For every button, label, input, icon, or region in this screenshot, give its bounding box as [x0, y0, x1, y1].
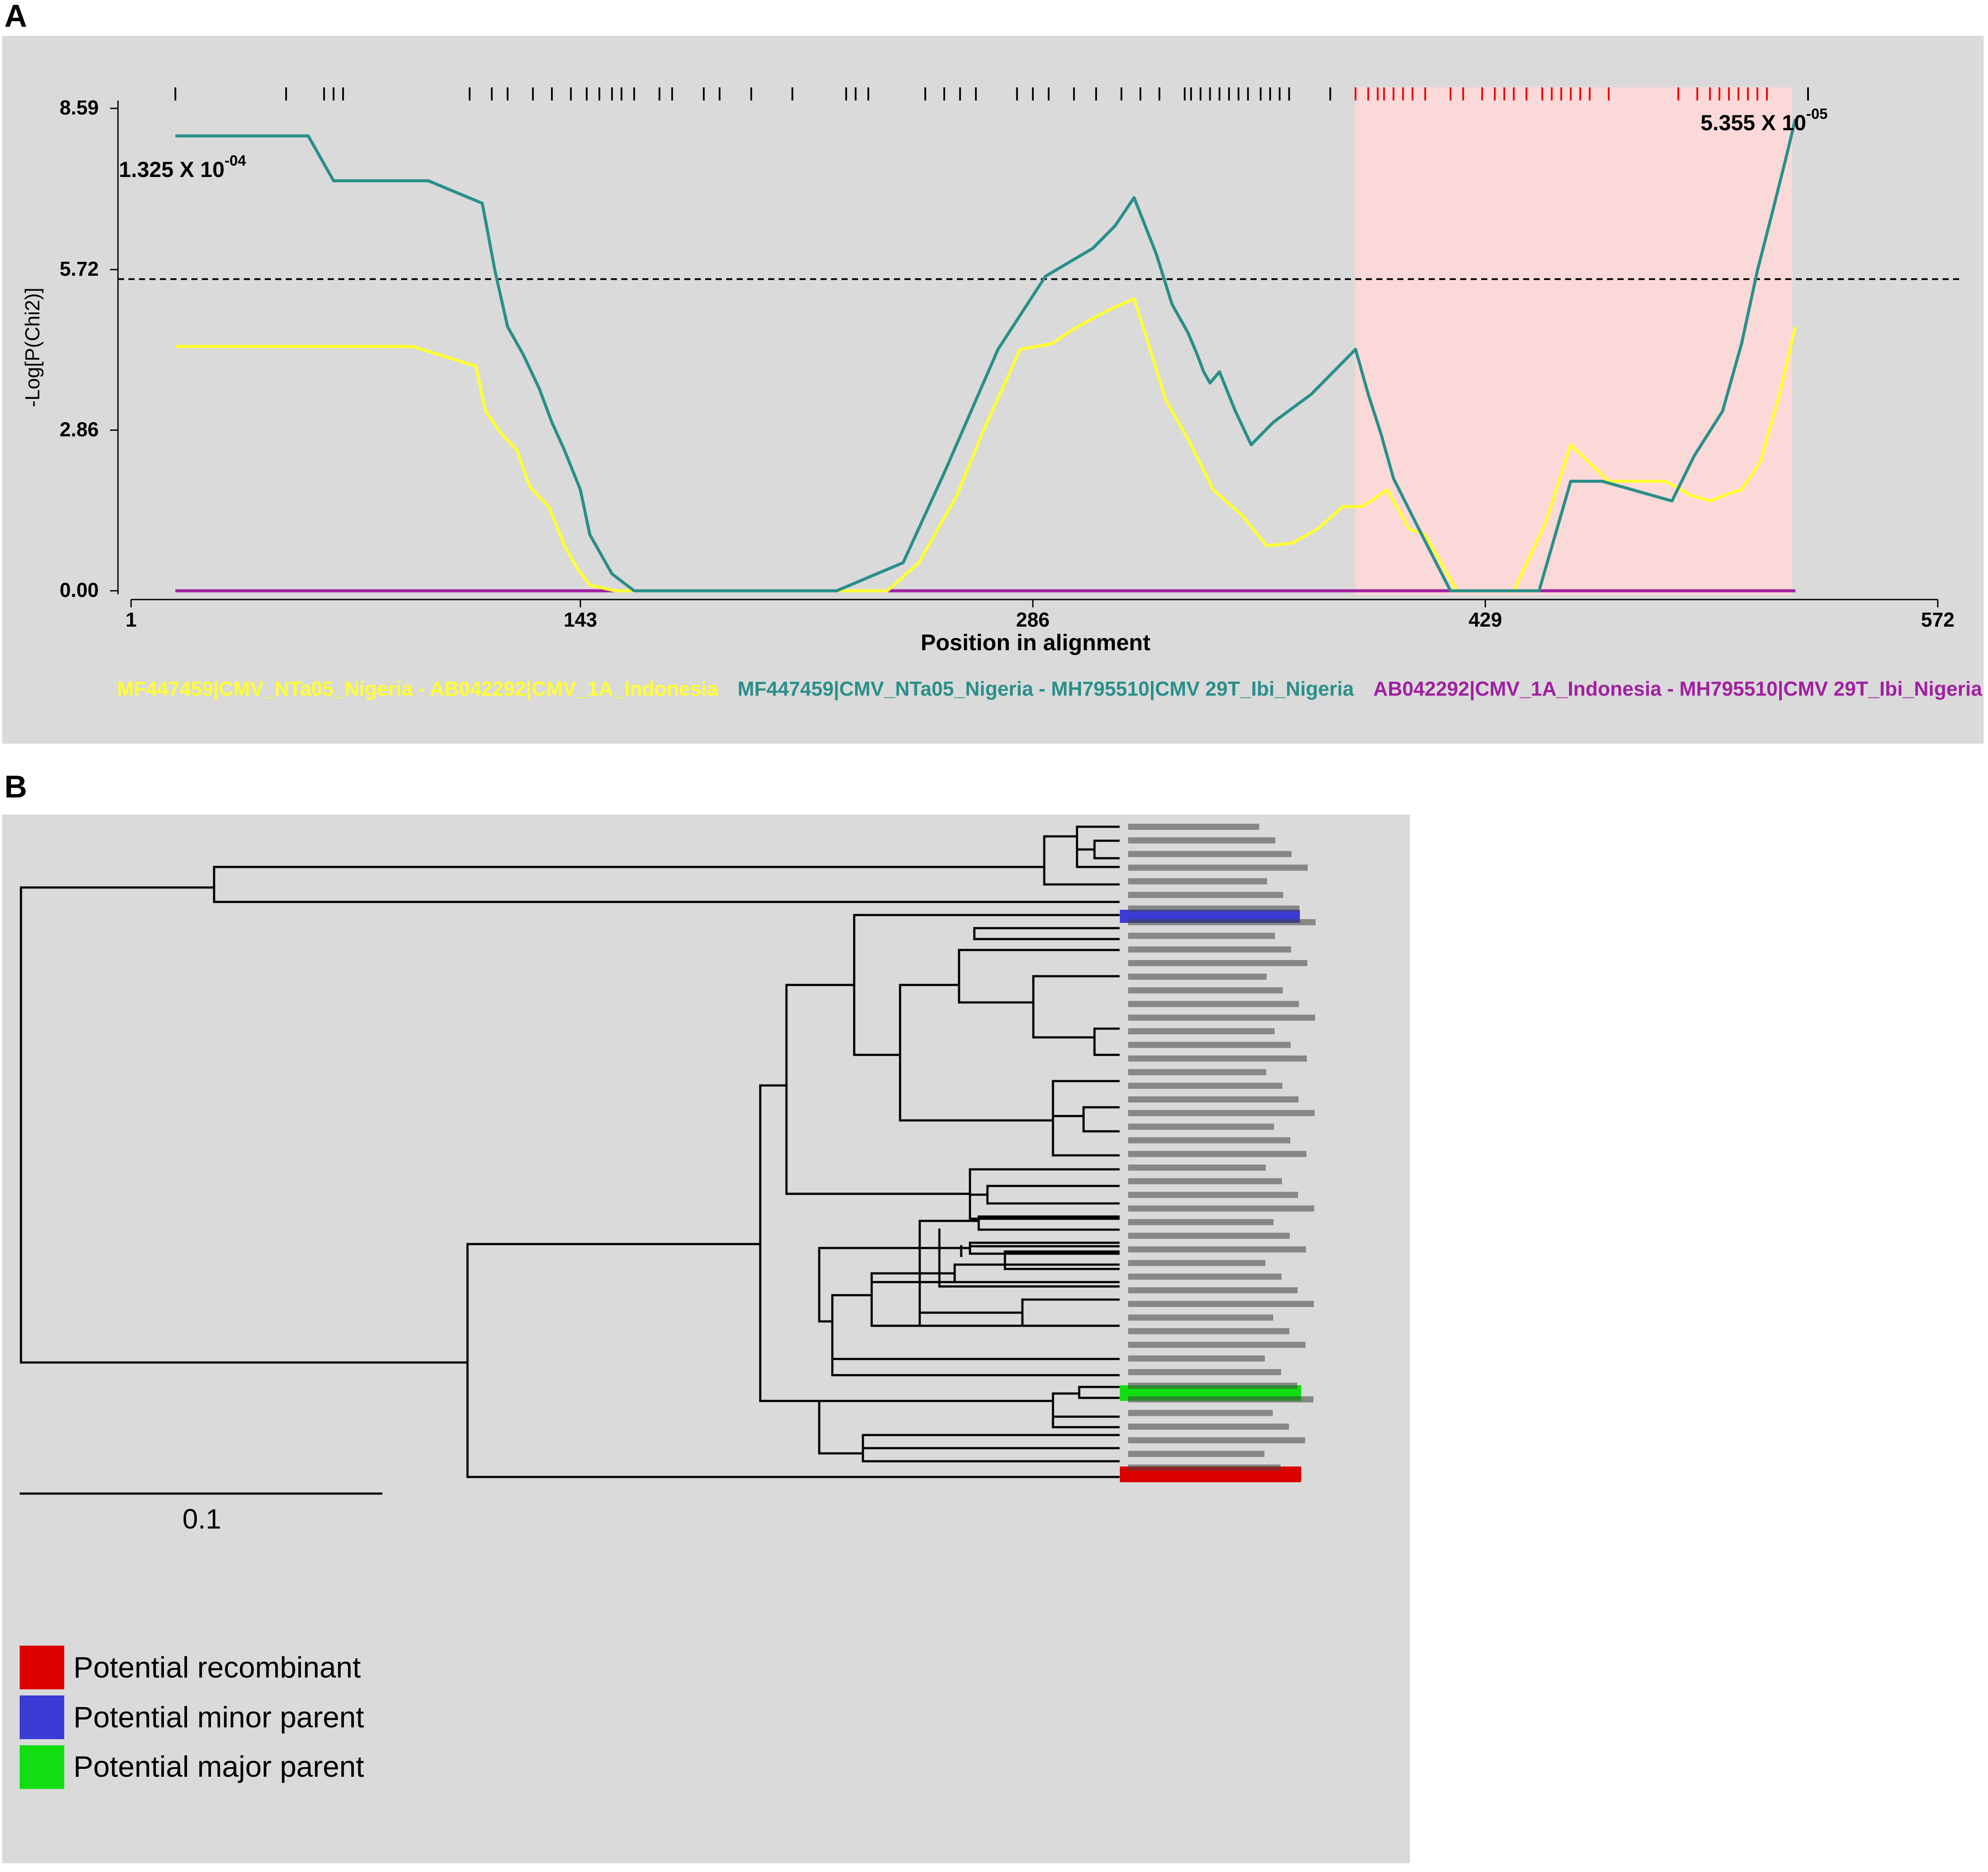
taxon-label: [1128, 1165, 1266, 1171]
taxon-label: [1128, 987, 1283, 994]
x-tick-label: 572: [1921, 608, 1955, 631]
taxon-label: [1128, 1014, 1315, 1021]
taxon-label: [1128, 1151, 1306, 1157]
x-tick-label: 429: [1468, 608, 1502, 631]
taxon-label: [1128, 905, 1299, 912]
y-tick-label: 8.59: [59, 96, 99, 119]
taxon-label: [1128, 1451, 1264, 1457]
taxon-label: [1128, 1273, 1281, 1280]
legend-series-yellow: MF447459|CMV_NTa05_Nigeria - AB042292|CM…: [117, 677, 718, 700]
taxon-label: [1128, 919, 1316, 926]
x-tick-label: 143: [564, 608, 597, 631]
legend-label-recombinant: Potential recombinant: [73, 1651, 361, 1684]
taxon-label: [1128, 1246, 1306, 1253]
taxon-label: [1128, 1464, 1281, 1471]
taxon-label: [1128, 864, 1308, 871]
legend-swatch-minor-parent: [20, 1695, 64, 1739]
x-tick-label: 1: [125, 608, 137, 631]
taxon-label: [1128, 1096, 1299, 1102]
taxon-label: [1128, 1369, 1281, 1375]
taxon-label: [1128, 1328, 1289, 1335]
taxon-label: [1128, 1219, 1274, 1225]
taxon-label: [1128, 1042, 1291, 1048]
taxon-label: [1128, 892, 1283, 898]
taxon-label: [1128, 1437, 1305, 1443]
taxon-label: [1128, 974, 1267, 980]
panel-b-label: B: [4, 770, 27, 804]
taxon-label: [1128, 1192, 1298, 1198]
taxon-label: [1128, 1287, 1298, 1293]
taxon-label: [1128, 1055, 1307, 1062]
legend-swatch-recombinant: [20, 1646, 64, 1689]
y-tick-label: 5.72: [59, 257, 99, 280]
y-axis-label: -Log[P(Chi2)]: [21, 288, 44, 407]
taxon-label: [1128, 1233, 1290, 1239]
taxon-label: [1128, 1069, 1266, 1075]
legend-swatch-major-parent: [20, 1745, 64, 1789]
taxon-label: [1128, 1342, 1306, 1348]
legend-label-major-parent: Potential major parent: [73, 1750, 364, 1783]
taxon-label: [1128, 1423, 1289, 1430]
taxon-label: [1128, 824, 1259, 830]
taxon-label: [1128, 1001, 1299, 1007]
taxon-label: [1128, 837, 1275, 844]
legend-label-minor-parent: Potential minor parent: [73, 1701, 364, 1734]
taxon-label: [1128, 1123, 1274, 1130]
taxon-label: [1128, 1301, 1314, 1307]
taxon-label: [1128, 960, 1307, 966]
phylogenetic-tree-panel: 0.1 Potential recombinant Potential mino…: [2, 815, 1410, 1863]
taxon-label: [1128, 1110, 1315, 1116]
taxon-label: [1128, 933, 1275, 939]
recombination-region-highlight: [1355, 87, 1792, 595]
taxon-label: [1128, 851, 1292, 857]
taxon-label: [1128, 1314, 1273, 1321]
taxon-label: [1128, 1410, 1273, 1416]
scale-bar-label: 0.1: [183, 1503, 222, 1535]
x-axis-label: Position in alignment: [921, 630, 1150, 655]
taxon-label: [1128, 1082, 1282, 1089]
taxon-label: [1128, 1028, 1275, 1034]
y-tick-label: 0.00: [59, 579, 99, 601]
taxon-label: [1128, 1137, 1290, 1144]
taxon-label: [1128, 878, 1267, 884]
recombination-plot: 1 143 286 429 572 0.00 2.86 5.72 8.59 -Log[P(Chi…: [2, 36, 1984, 744]
legend-series-purple: AB042292|CMV_1A_Indonesia - MH795510|CMV…: [1373, 677, 1982, 700]
taxon-label: [1128, 1260, 1265, 1266]
taxon-label: [1128, 946, 1291, 953]
taxon-label: [1128, 1355, 1265, 1362]
taxon-label: [1128, 1383, 1297, 1389]
taxon-label: [1128, 1178, 1282, 1185]
taxon-label: [1128, 1205, 1314, 1212]
legend-series-teal: MF447459|CMV_NTa05_Nigeria - MH795510|CM…: [738, 677, 1354, 700]
taxon-label: [1128, 1396, 1313, 1403]
y-tick-label: 2.86: [59, 418, 99, 440]
x-tick-label: 286: [1016, 608, 1050, 631]
